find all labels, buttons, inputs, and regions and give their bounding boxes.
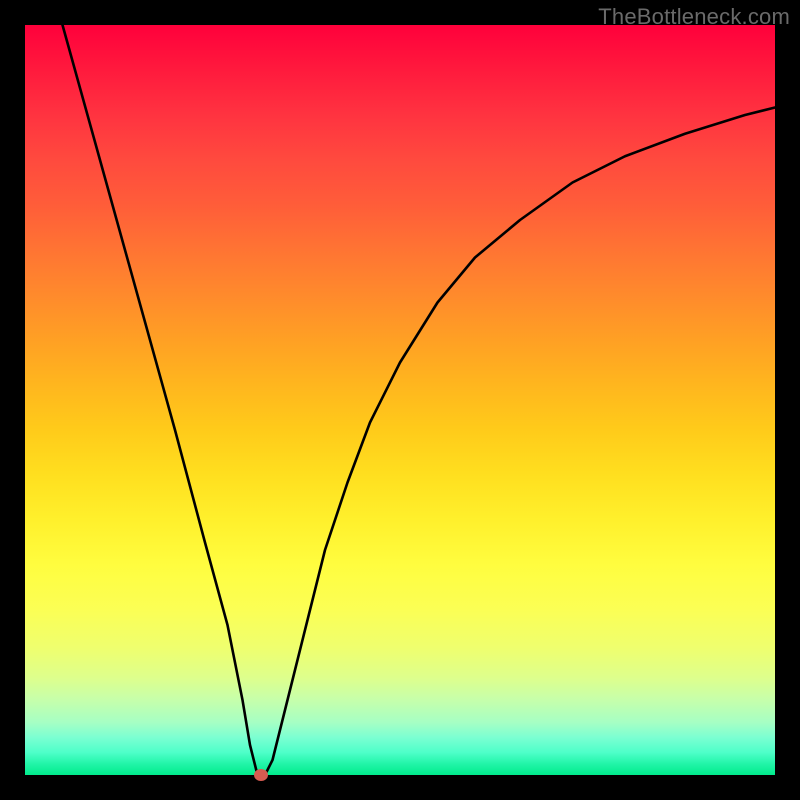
curve-svg (25, 25, 775, 775)
minimum-marker (254, 769, 268, 781)
watermark-text: TheBottleneck.com (598, 4, 790, 30)
bottleneck-curve (63, 25, 776, 775)
chart-canvas: TheBottleneck.com (0, 0, 800, 800)
plot-area (25, 25, 775, 775)
